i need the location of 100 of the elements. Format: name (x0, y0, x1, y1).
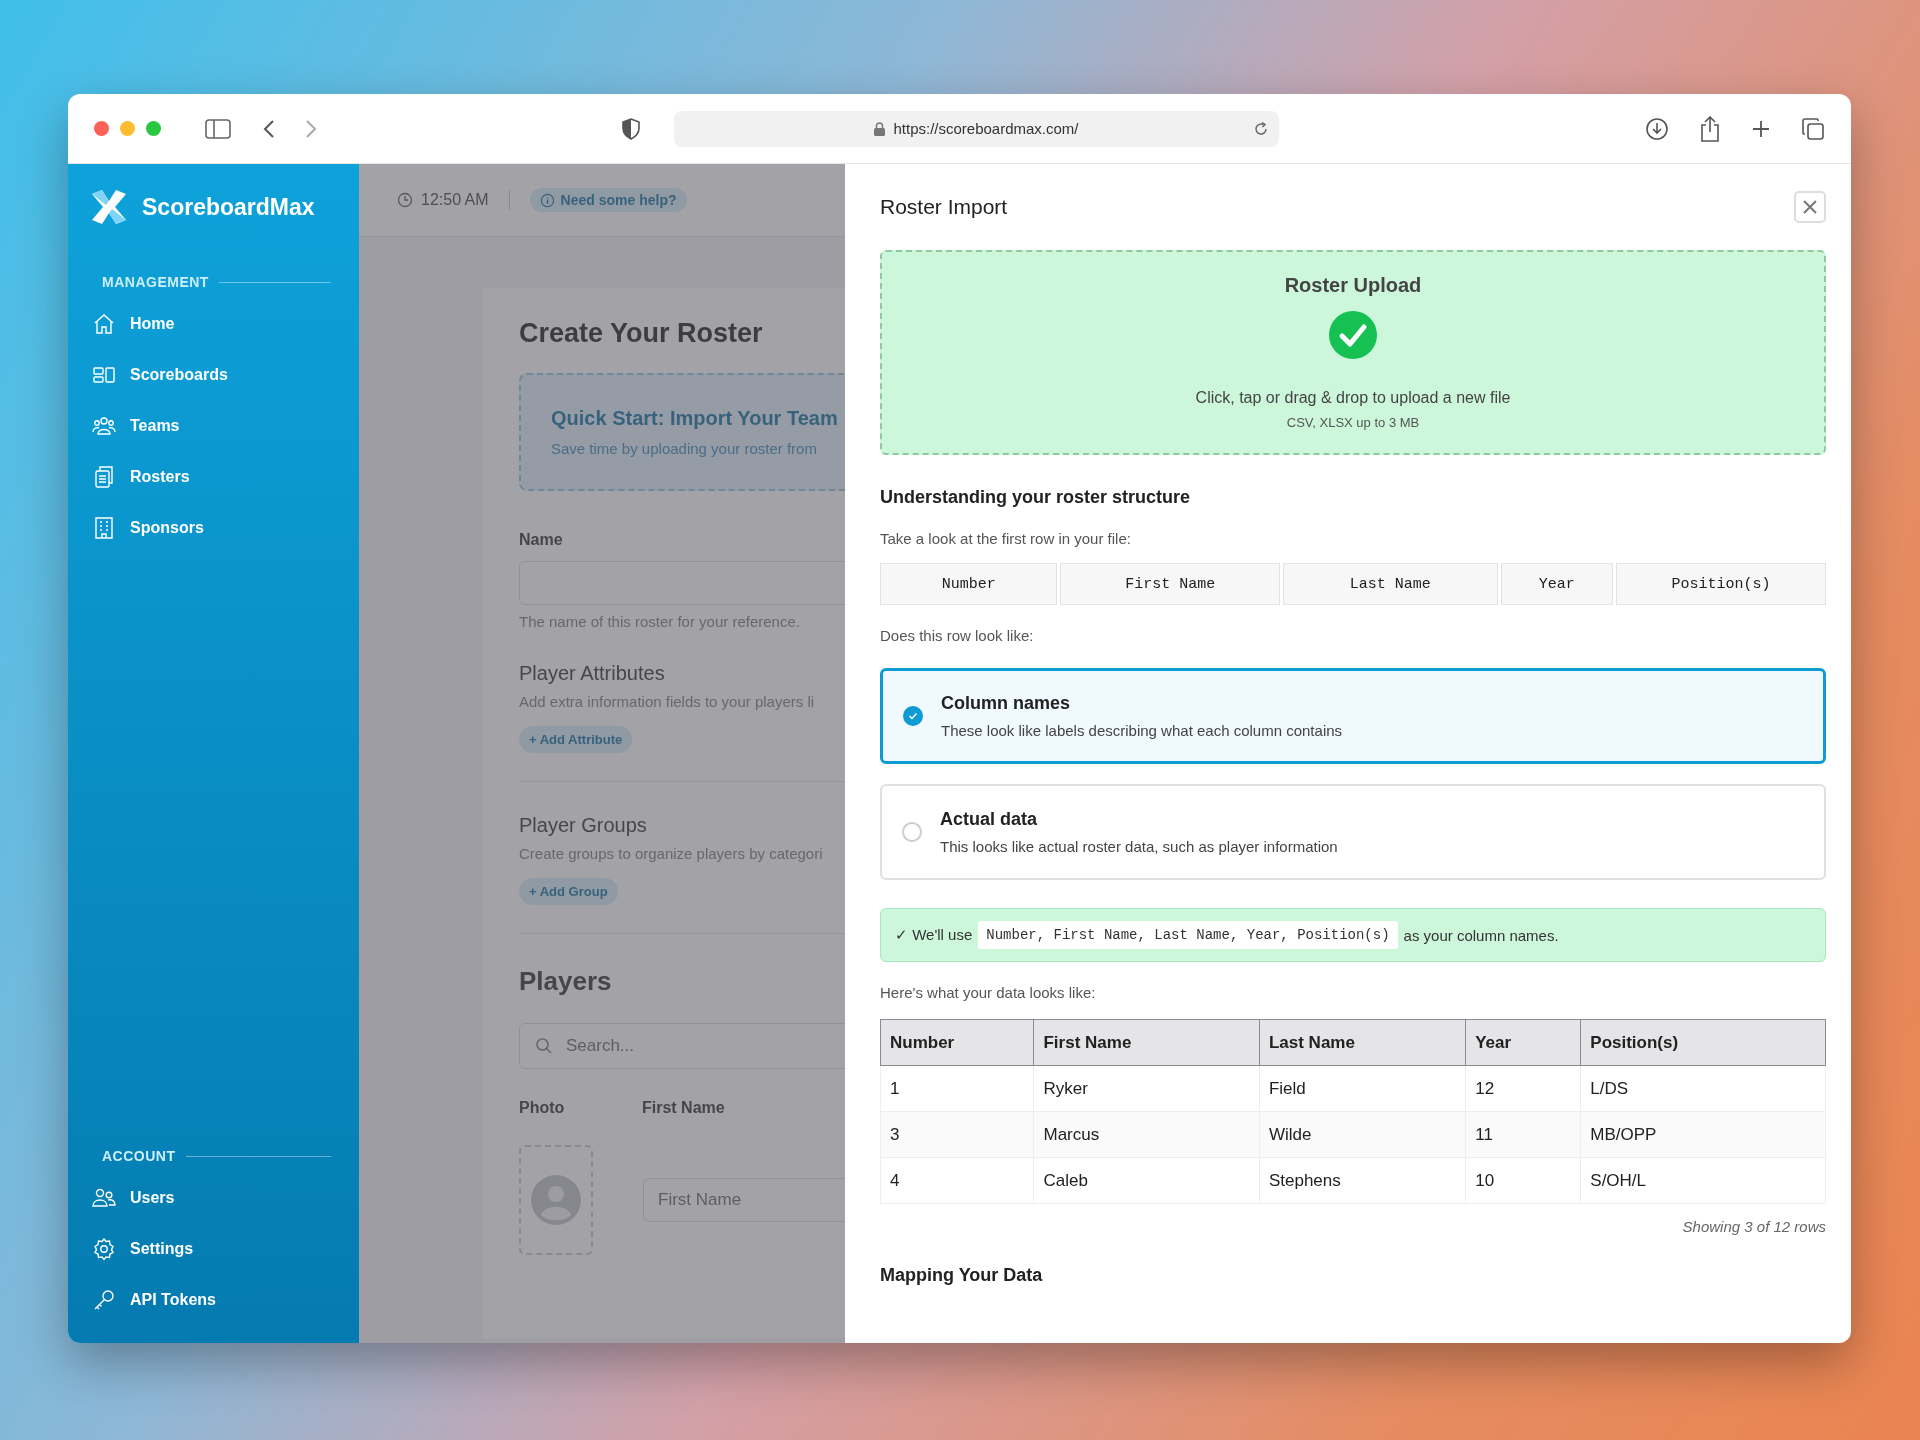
table-header: First Name (1034, 1019, 1260, 1066)
nav-item[interactable]: Sponsors (90, 502, 331, 553)
success-check-icon (1329, 311, 1377, 359)
table-cell: 4 (880, 1157, 1034, 1204)
column-header: First Name (642, 1099, 725, 1117)
table-cell: 3 (880, 1111, 1034, 1158)
download-icon[interactable] (1645, 116, 1669, 141)
new-tab-icon[interactable] (1751, 118, 1771, 139)
logo-icon (90, 188, 128, 226)
table-cell: Stephens (1259, 1157, 1466, 1204)
sponsors-icon (92, 515, 116, 540)
option-title: Column names (941, 693, 1072, 714)
first-row-cell: First Name (1060, 563, 1280, 605)
first-row-cell: Position(s) (1615, 563, 1826, 605)
section-description: Add extra information fields to your players li (519, 693, 815, 710)
option-title: Actual data (940, 809, 1039, 830)
section-title: Player Attributes (519, 662, 665, 685)
option-description: These look like labels describing what each column contains (941, 722, 1343, 739)
upload-instructions: Click, tap or drag & drop to upload a new file (1195, 389, 1511, 407)
section-heading: MANAGEMENT (102, 274, 209, 290)
nav-item[interactable]: Settings (90, 1223, 331, 1274)
nav-item[interactable]: Users (90, 1172, 331, 1223)
section-title: Player Groups (519, 814, 647, 837)
first-name-input[interactable]: First Name (643, 1178, 845, 1222)
info-icon (539, 192, 555, 208)
first-row-cell: Number (880, 563, 1058, 605)
close-window-button[interactable] (94, 121, 109, 136)
nav-item[interactable]: Home (90, 298, 331, 349)
tabs-overview-icon[interactable] (1801, 116, 1825, 141)
table-header: Year (1465, 1019, 1581, 1066)
name-input[interactable] (519, 561, 845, 605)
column-names-code: Number, First Name, Last Name, Year, Position(s) (978, 921, 1398, 949)
help-link[interactable]: Need some help? (529, 188, 687, 212)
close-icon (1802, 199, 1818, 215)
rosters-icon (92, 464, 116, 489)
choice-option[interactable]: Actual data This looks like actual roster data, such as player information (880, 784, 1826, 880)
row-count-text: Showing 3 of 12 rows (1682, 1218, 1826, 1235)
reload-icon[interactable] (1253, 120, 1269, 137)
table-cell: Ryker (1034, 1065, 1260, 1112)
time-text: 12:50 AM (421, 191, 489, 209)
table-cell: 10 (1465, 1157, 1581, 1204)
upload-limits: CSV, XLSX up to 3 MB (1286, 415, 1420, 430)
close-button[interactable] (1794, 191, 1826, 223)
add-group-button[interactable]: + Add Group (519, 878, 618, 905)
shield-icon[interactable] (622, 117, 640, 140)
nav-item[interactable]: Rosters (90, 451, 331, 502)
nav-item[interactable]: API Tokens (90, 1274, 331, 1325)
table-cell: S/OH/L (1580, 1157, 1826, 1204)
notice-text: ✓ We'll use (895, 926, 973, 944)
upload-dropzone[interactable]: Roster Upload Click, tap or drag & drop to upload a new file CSV, XLSX up to 3 MB (880, 250, 1826, 455)
section-heading: ACCOUNT (102, 1148, 176, 1164)
nav-item[interactable]: Teams (90, 400, 331, 451)
table-cell: 12 (1465, 1065, 1581, 1112)
add-attribute-button[interactable]: + Add Attribute (519, 726, 633, 753)
avatar-icon (531, 1175, 581, 1225)
search-icon (535, 1037, 553, 1055)
choice-option[interactable]: Column names These look like labels describing what each column contains (880, 668, 1826, 764)
table-cell: Marcus (1034, 1111, 1260, 1158)
table-cell: Wilde (1259, 1111, 1466, 1158)
lock-icon (874, 121, 886, 136)
column-header: Photo (519, 1099, 566, 1117)
nav-item[interactable]: Scoreboards (90, 349, 331, 400)
page-title: Create Your Roster (519, 318, 763, 349)
field-hint: The name of this roster for your reference. (519, 613, 800, 630)
brand-name: ScoreboardMax (142, 193, 315, 221)
section-heading: Understanding your roster structure (880, 487, 1192, 508)
table-header: Position(s) (1580, 1019, 1826, 1066)
table-cell: MB/OPP (1580, 1111, 1826, 1158)
forward-icon[interactable] (305, 118, 317, 139)
table-cell: Field (1259, 1065, 1466, 1112)
settings-icon (92, 1236, 116, 1261)
section-title: Players (519, 966, 612, 997)
preview-label: Here's what your data looks like: (880, 984, 1097, 1001)
back-icon[interactable] (263, 118, 275, 139)
url-text: https://scoreboardmax.com/ (893, 120, 1079, 137)
share-icon[interactable] (1699, 115, 1721, 142)
radio-button[interactable] (902, 822, 922, 842)
radio-button[interactable] (903, 706, 923, 726)
table-cell: L/DS (1580, 1065, 1826, 1112)
first-row-cell: Last Name (1282, 563, 1498, 605)
field-label: Name (519, 531, 563, 549)
key-icon (92, 1287, 116, 1312)
question-text: Does this row look like: (880, 627, 1035, 644)
table-cell: 1 (880, 1065, 1034, 1112)
first-row-cell: Year (1500, 563, 1613, 605)
upload-title: Roster Upload (1284, 274, 1422, 297)
instruction-text: Take a look at the first row in your file: (880, 530, 1132, 547)
quick-start-banner[interactable]: Quick Start: Import Your Team Save time by uploading your roster from (519, 373, 845, 491)
check-icon (907, 710, 919, 722)
search-field[interactable]: Search... (519, 1023, 845, 1069)
sidebar-toggle-icon[interactable] (205, 118, 231, 139)
option-description: This looks like actual roster data, such as player information (940, 838, 1338, 855)
notice-text: as your column names. (1403, 926, 1559, 944)
quick-start-title: Quick Start: Import Your Team (551, 407, 839, 430)
panel-title: Roster Import (880, 195, 1008, 219)
clock-icon (397, 192, 413, 208)
table-header: Last Name (1259, 1019, 1466, 1066)
section-heading: Mapping Your Data (880, 1265, 1044, 1286)
table-cell: Caleb (1034, 1157, 1260, 1204)
address-bar[interactable]: https://scoreboardmax.com/ (674, 110, 1279, 147)
